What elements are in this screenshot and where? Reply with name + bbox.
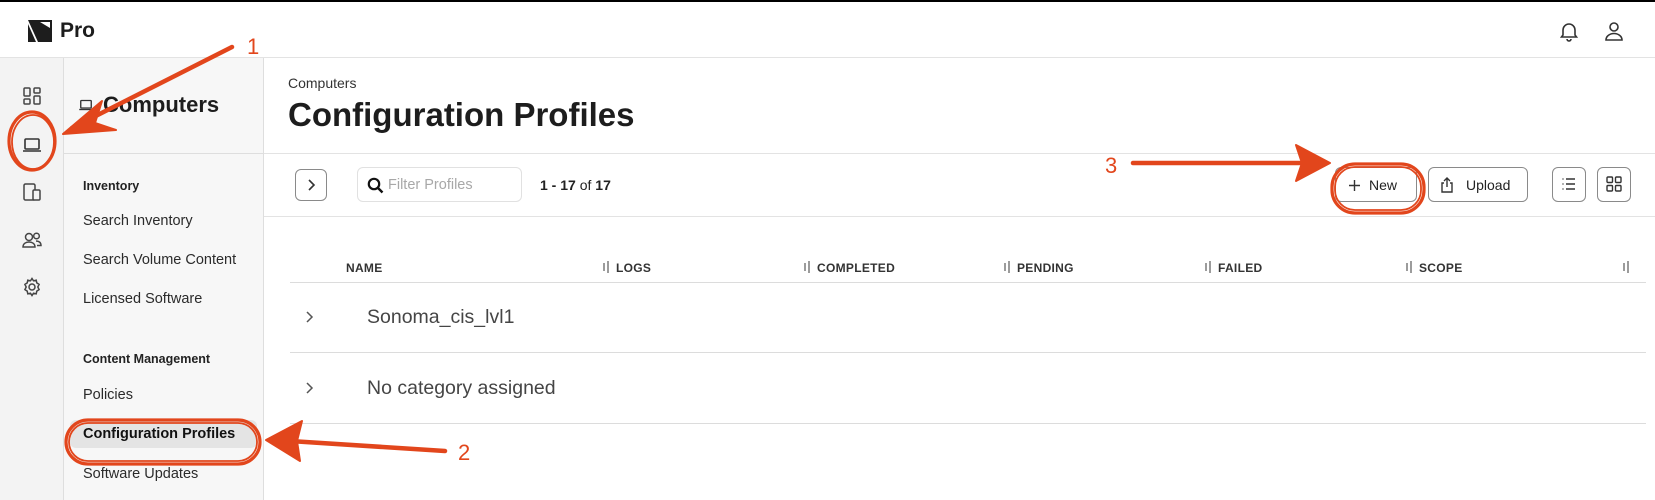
section-title-content-management: Content Management [83,352,211,366]
list-icon [1562,178,1575,190]
list-view-button[interactable] [1552,167,1586,202]
section-title-inventory: Inventory [83,179,140,193]
sidebar: Computers Inventory Search Inventory Sea… [64,58,264,500]
column-resize-handle-icon[interactable] [1622,261,1630,273]
group-label: No category assigned [367,377,556,399]
column-header-completed[interactable]: COMPLETED [817,261,895,275]
filter-profiles-input[interactable] [388,174,513,196]
laptop-icon[interactable] [20,133,44,157]
sidebar-item-search-volume-content[interactable]: Search Volume Content [83,252,236,268]
plus-icon [1349,180,1360,191]
top-bar: Pro [0,0,1655,58]
users-icon[interactable] [20,228,44,252]
icon-rail [0,58,64,500]
sidebar-header: Computers [64,58,263,154]
table-group-row[interactable]: No category assigned [290,354,1646,424]
chevron-right-icon[interactable] [302,381,316,395]
column-header-failed[interactable]: FAILED [1218,261,1262,275]
grid-icon [1606,176,1622,192]
column-resize-handle-icon[interactable] [602,261,610,273]
results-count: 1 - 17 of 17 [540,177,611,193]
page-title: Configuration Profiles [288,96,635,133]
column-resize-handle-icon[interactable] [803,261,811,273]
table-group-row[interactable]: Sonoma_cis_lvl1 [290,283,1646,353]
column-resize-handle-icon[interactable] [1003,261,1011,273]
dashboard-icon[interactable] [20,84,44,108]
sidebar-item-policies[interactable]: Policies [83,387,133,403]
jamf-logo-icon [26,18,54,44]
bell-icon[interactable] [1557,19,1581,43]
column-header-logs[interactable]: LOGS [616,261,651,275]
breadcrumb[interactable]: Computers [288,75,356,91]
laptop-icon [77,96,95,114]
filter-profiles-field[interactable] [357,167,522,202]
column-resize-handle-icon[interactable] [1405,261,1413,273]
column-header-scope[interactable]: SCOPE [1419,261,1463,275]
grid-view-button[interactable] [1597,167,1631,202]
sidebar-title: Computers [103,92,220,117]
brand-name: Pro [60,19,96,42]
column-header-name[interactable]: NAME [346,261,383,275]
sidebar-item-configuration-profiles[interactable]: Configuration Profiles [70,420,257,448]
settings-gear-icon[interactable] [20,275,44,299]
column-resize-handle-icon[interactable] [1204,261,1212,273]
table-header: NAME LOGS COMPLETED PENDING FAILED SCOPE [290,251,1646,283]
user-account-icon[interactable] [1602,19,1626,43]
chevron-right-icon[interactable] [302,310,316,324]
mobile-devices-icon[interactable] [20,180,44,204]
new-button[interactable]: New [1335,167,1417,202]
expand-panel-button[interactable] [295,169,327,201]
upload-icon [1441,177,1453,193]
main-content: Computers Configuration Profiles 1 - 17 … [264,58,1655,500]
upload-button[interactable]: Upload [1428,167,1528,202]
sidebar-item-search-inventory[interactable]: Search Inventory [83,213,193,229]
column-header-pending[interactable]: PENDING [1017,261,1074,275]
sidebar-item-licensed-software[interactable]: Licensed Software [83,291,202,307]
search-icon [367,177,384,194]
group-label: Sonoma_cis_lvl1 [367,306,515,328]
sidebar-item-software-updates[interactable]: Software Updates [83,466,198,482]
toolbar: 1 - 17 of 17 New Upload [264,153,1655,217]
